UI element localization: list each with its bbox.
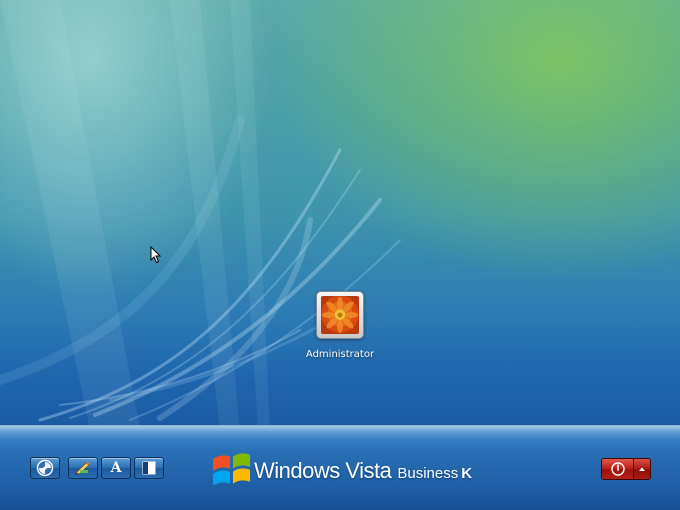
- product-edition: Business: [397, 465, 459, 482]
- high-contrast-button[interactable]: [134, 457, 164, 479]
- product-branding: Windows Vista Business K: [254, 458, 472, 484]
- language-button[interactable]: [68, 457, 98, 479]
- shutdown-button[interactable]: [602, 459, 634, 479]
- font-size-button[interactable]: A: [101, 457, 131, 479]
- logon-screen: Administrator A Windows Vista Business K: [0, 0, 680, 510]
- chevron-up-icon: [639, 467, 645, 471]
- product-name: Windows Vista: [254, 458, 392, 483]
- pen-icon: [75, 462, 90, 475]
- flower-icon: [322, 297, 358, 333]
- font-letter-label: A: [110, 460, 122, 476]
- ease-of-access-button[interactable]: [30, 457, 60, 479]
- shutdown-options-button[interactable]: [634, 459, 650, 479]
- ease-of-access-icon: [36, 459, 54, 477]
- wallpaper-streaks: [0, 0, 401, 430]
- power-controls: [601, 458, 651, 480]
- windows-flag-icon: [213, 453, 250, 486]
- contrast-icon: [142, 461, 156, 475]
- product-sku: K: [461, 465, 473, 482]
- user-tile[interactable]: [316, 291, 364, 339]
- power-icon: [610, 462, 625, 476]
- flower-avatar: [321, 296, 359, 334]
- mouse-cursor-icon: [150, 246, 162, 264]
- user-name-label[interactable]: Administrator: [290, 349, 390, 360]
